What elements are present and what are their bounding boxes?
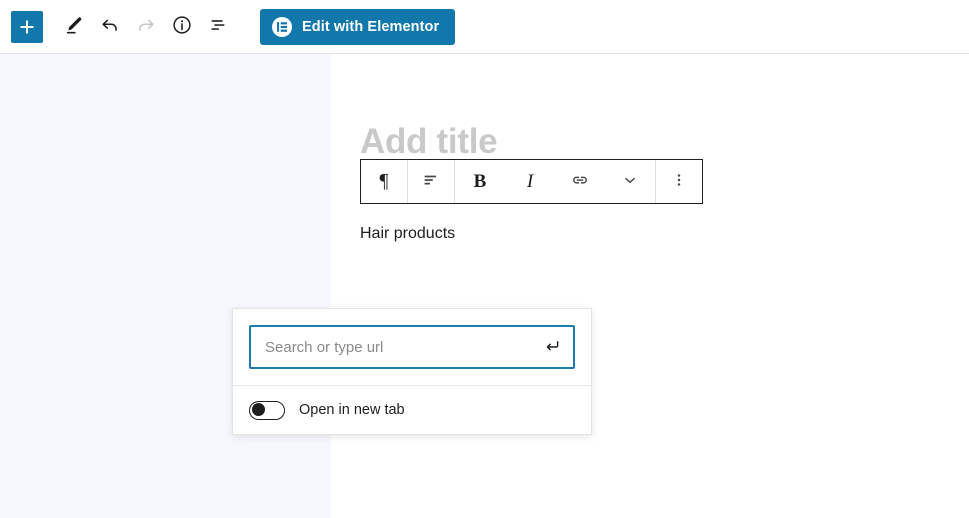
align-text-icon [420, 169, 442, 194]
editor-workspace: Add title ¶ B I Hair products Search or … [0, 54, 969, 518]
chevron-down-icon [620, 170, 640, 193]
bold-icon: B [473, 170, 487, 192]
italic-icon: I [526, 170, 534, 192]
details-info-button[interactable] [164, 9, 200, 45]
edit-with-elementor-button[interactable]: Edit with Elementor [260, 8, 456, 45]
edit-pencil-icon [63, 14, 85, 39]
editor-top-bar: Edit with Elementor [0, 0, 969, 54]
align-text-button[interactable] [408, 160, 454, 203]
link-search-row [233, 309, 591, 386]
list-view-button[interactable] [200, 9, 236, 45]
more-options-button[interactable] [656, 160, 702, 203]
elementor-logo-icon [272, 16, 292, 37]
undo-icon [99, 14, 121, 39]
open-in-new-tab-toggle[interactable] [249, 400, 285, 420]
info-icon [171, 14, 193, 39]
align-group [408, 160, 455, 203]
redo-icon [135, 14, 157, 39]
link-submit-button[interactable] [539, 334, 565, 360]
options-group [656, 160, 702, 203]
add-block-button[interactable] [11, 10, 43, 43]
edit-with-elementor-label: Edit with Elementor [302, 18, 440, 35]
enter-arrow-icon [543, 337, 561, 358]
post-title-placeholder[interactable]: Add title [360, 124, 498, 159]
left-panel [0, 54, 331, 518]
content-canvas[interactable]: Add title ¶ B I Hair products [331, 54, 969, 518]
list-view-icon [207, 14, 229, 39]
link-search-field[interactable] [249, 325, 575, 369]
toggle-knob [251, 403, 265, 416]
block-type-group: ¶ [361, 160, 408, 203]
paragraph-block-type-button[interactable]: ¶ [361, 160, 407, 203]
paragraph-block-text[interactable]: Hair products [360, 222, 455, 246]
link-search-input[interactable] [251, 327, 573, 367]
more-rich-text-button[interactable] [605, 160, 655, 203]
more-options-icon [669, 170, 689, 193]
plus-icon [18, 18, 36, 36]
tools-pencil-button[interactable] [56, 9, 92, 45]
link-button[interactable] [555, 160, 605, 203]
link-popover: Open in new tab [232, 308, 592, 435]
open-in-new-tab-label: Open in new tab [299, 402, 405, 418]
redo-button[interactable] [128, 9, 164, 45]
italic-button[interactable]: I [505, 160, 555, 203]
link-settings-row: Open in new tab [233, 386, 591, 434]
undo-button[interactable] [92, 9, 128, 45]
rich-text-group: B I [455, 160, 656, 203]
paragraph-block-type-icon: ¶ [379, 170, 389, 192]
block-toolbar: ¶ B I [360, 159, 703, 204]
link-icon [569, 169, 591, 194]
bold-button[interactable]: B [455, 160, 505, 203]
